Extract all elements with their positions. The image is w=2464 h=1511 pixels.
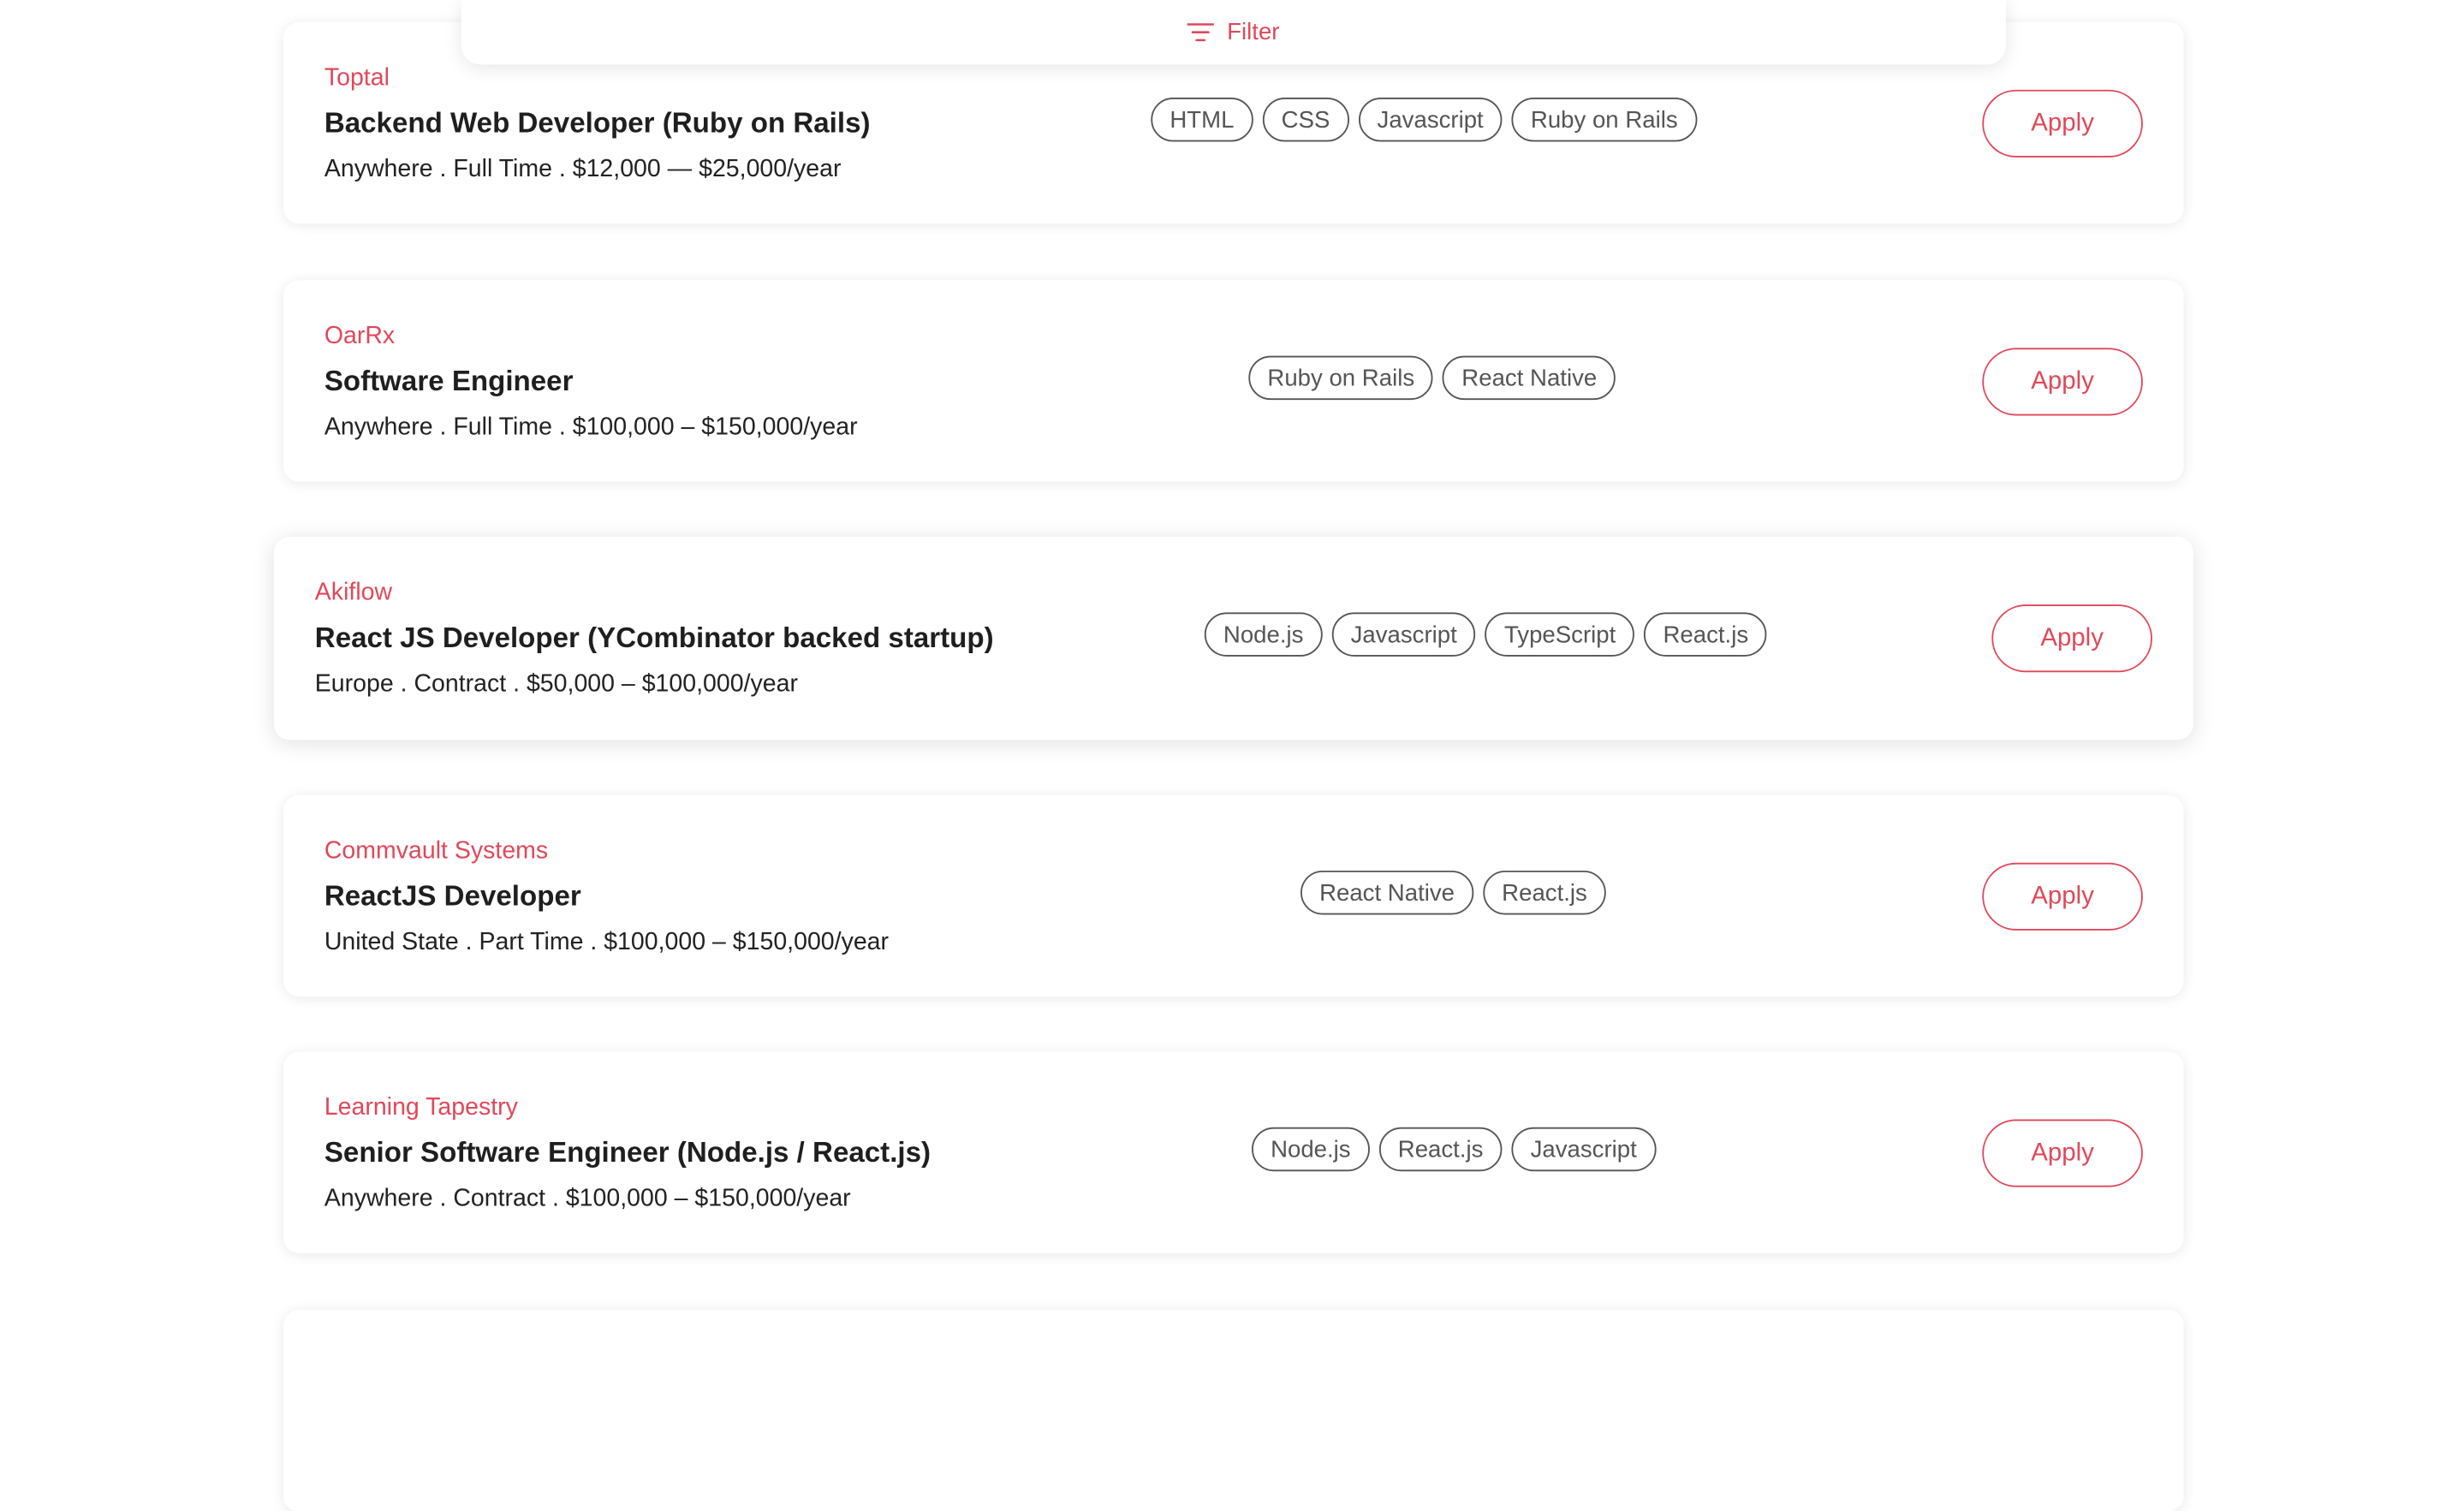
apply-button[interactable]: Apply	[1991, 604, 2152, 673]
company-name[interactable]: Commvault Systems	[324, 837, 548, 866]
skill-tag[interactable]: Ruby on Rails	[1248, 355, 1434, 401]
job-meta: Europe . Contract . $50,000 – $100,000/y…	[314, 670, 798, 698]
company-name[interactable]: OarRx	[324, 323, 395, 351]
job-title[interactable]: React JS Developer (YCombinator backed s…	[315, 622, 994, 655]
skill-tags: Node.js React.js Javascript	[1252, 1127, 1656, 1172]
skill-tag[interactable]: Javascript	[1331, 612, 1476, 657]
skill-tag[interactable]: React.js	[1644, 612, 1768, 657]
skill-tag[interactable]: CSS	[1262, 98, 1349, 142]
skill-tag[interactable]: React Native	[1443, 355, 1616, 401]
skill-tags: React Native React.js	[1300, 870, 1606, 915]
filter-label: Filter	[1227, 19, 1280, 46]
company-name[interactable]: Akiflow	[315, 580, 392, 608]
skill-tag[interactable]: React.js	[1378, 1127, 1503, 1172]
company-name[interactable]: Learning Tapestry	[324, 1094, 518, 1122]
job-meta: United State . Part Time . $100,000 – $1…	[324, 929, 890, 956]
skill-tags: HTML CSS Javascript Ruby on Rails	[1151, 98, 1697, 142]
skill-tag[interactable]: HTML	[1151, 98, 1253, 142]
apply-button[interactable]: Apply	[1982, 89, 2143, 158]
filter-lines-icon	[1187, 22, 1215, 43]
job-card: Learning Tapestry Senior Software Engine…	[283, 1051, 2184, 1253]
job-title[interactable]: Backend Web Developer (Ruby on Rails)	[324, 107, 871, 140]
job-card: Commvault Systems ReactJS Developer Unit…	[283, 794, 2184, 997]
apply-button[interactable]: Apply	[1982, 348, 2143, 416]
skill-tags: Ruby on Rails React Native	[1248, 355, 1616, 401]
apply-button[interactable]: Apply	[1982, 862, 2143, 931]
skill-tag[interactable]: Ruby on Rails	[1511, 98, 1697, 142]
skill-tag[interactable]: Javascript	[1511, 1127, 1656, 1172]
job-meta: Anywhere . Full Time . $12,000 — $25,000…	[324, 156, 842, 183]
filter-button[interactable]: Filter	[1187, 19, 1280, 46]
filter-bar: Filter	[461, 0, 2006, 65]
job-card: OarRx Software Engineer Anywhere . Full …	[283, 280, 2184, 482]
apply-button[interactable]: Apply	[1982, 1119, 2143, 1187]
job-list-page: Filter Toptal Backend Web Developer (Rub…	[0, 0, 2464, 1511]
job-title[interactable]: Software Engineer	[324, 366, 574, 399]
skill-tag[interactable]: React Native	[1300, 870, 1474, 915]
job-card: Akiflow React JS Developer (YCombinator …	[273, 537, 2193, 741]
job-meta: Anywhere . Full Time . $100,000 – $150,0…	[324, 413, 858, 441]
job-title[interactable]: Senior Software Engineer (Node.js / Reac…	[324, 1137, 931, 1170]
company-name[interactable]: Toptal	[324, 64, 390, 92]
skill-tag[interactable]: Node.js	[1252, 1127, 1370, 1172]
skill-tags: Node.js Javascript TypeScript React.js	[1204, 612, 1768, 657]
skill-tag[interactable]: React.js	[1483, 870, 1606, 915]
job-meta: Anywhere . Contract . $100,000 – $150,00…	[324, 1185, 851, 1213]
skill-tag[interactable]: Javascript	[1358, 98, 1503, 142]
skill-tag[interactable]: Node.js	[1204, 612, 1323, 657]
job-card-partial	[283, 1310, 2184, 1511]
skill-tag[interactable]: TypeScript	[1485, 612, 1635, 657]
job-title[interactable]: ReactJS Developer	[324, 880, 581, 913]
